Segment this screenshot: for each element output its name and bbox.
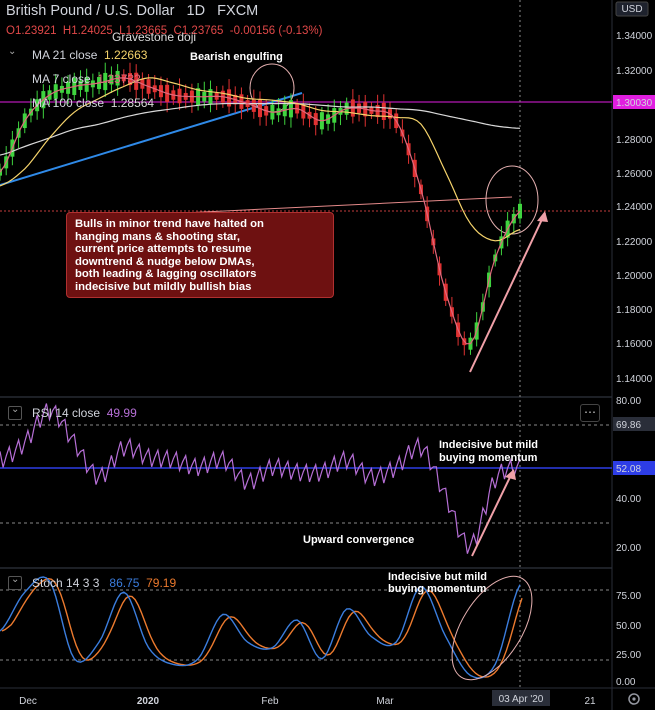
annotation-bearish-engulfing: Bearish engulfing [190,51,283,63]
annotation-rsi-momentum-2: buying momentum [439,452,538,464]
price-axis[interactable]: USD 1.34000 1.32000 1.30000 1.28000 1.26… [613,1,655,385]
time-label: 21 [584,696,596,707]
price-tick: 1.22000 [616,237,653,248]
pattern-label: Gravestone doji [112,30,197,44]
callout-line: both leading & lagging oscillators [75,268,257,280]
rsi-tick: 80.00 [616,396,641,407]
stoch-tick: 25.00 [616,650,641,661]
ma100-value: 1.28564 [110,96,155,110]
rsi-axis[interactable]: 80.00 69.86 52.08 40.00 20.00 [613,396,655,554]
rsi-label: RSI 14 close [32,406,101,420]
ohlc-high: H1.24025 [62,25,113,37]
ma21-value: 1.22663 [104,48,148,62]
price-tick: 1.34000 [616,31,653,42]
symbol-header[interactable]: British Pound / U.S. Dollar 1D FXCM [6,3,258,19]
ma100-legend[interactable]: MA 100 close 1.28564 [32,96,154,110]
annotation-upward-convergence: Upward convergence [303,534,414,546]
rsi-top-label: 69.86 [616,420,641,431]
arrow-rsi-up[interactable] [471,472,513,557]
stoch-legend[interactable]: Stoch 14 3 3 86.75 79.19 [32,576,176,590]
stoch-collapse-button[interactable]: ⌄ [8,574,22,590]
time-label: Feb [261,696,279,707]
ma7-label: MA 7 close [32,72,91,86]
callout-line: indecisive but mildly bullish bias [75,280,252,293]
rsi-current-label: 52.08 [616,464,641,475]
callout-line: current price attempts to resume [75,243,252,255]
ma21-label: MA 21 close [32,48,98,62]
ma100-label: MA 100 close [32,96,105,110]
ma7-legend[interactable]: MA 7 close 1.23732 [32,72,141,86]
time-label: Dec [19,696,37,707]
stoch-axis[interactable]: 75.00 50.00 25.00 0.00 [616,591,641,688]
rsi-value: 49.99 [106,406,137,420]
rsi-legend[interactable]: RSI 14 close 49.99 [32,406,137,420]
symbol-name: British Pound / U.S. Dollar [6,3,175,19]
more-options-button[interactable]: ⋯ [580,404,600,422]
ma7-value: 1.23732 [97,72,141,86]
rsi-tick: 40.00 [616,494,641,505]
ma21-legend[interactable]: MA 21 close 1.22663 [32,48,147,62]
price-tick: 1.20000 [616,271,653,282]
settings-gear-icon[interactable] [628,693,640,705]
stoch-tick: 75.00 [616,591,641,602]
stoch-d-value: 79.19 [146,576,177,590]
rsi-tick: 20.00 [616,543,641,554]
price-tick: 1.14000 [616,374,653,385]
price-tick: 1.32000 [616,66,653,77]
stoch-label: Stoch 14 3 3 [32,576,100,590]
ohlc-change: -0.00156 (-0.13%) [229,25,323,37]
time-axis[interactable]: Dec 2020 Feb Mar 03 Apr '20 21 [19,690,640,707]
interval-label: 1D [186,3,206,19]
price-tick: 1.18000 [616,305,653,316]
currency-label: USD [621,4,642,15]
legend-collapse-button[interactable]: ⌄ [8,46,16,57]
more-icon: ⋯ [584,405,596,419]
price-tick: 1.16000 [616,339,653,350]
annotation-stoch-momentum-1: Indecisive but mild [388,571,487,583]
annotation-rsi-momentum-1: Indecisive but mild [439,439,538,451]
resistance-price-label: 1.30030 [616,98,653,109]
price-tick: 1.28000 [616,135,653,146]
annotation-stoch-momentum-2: buying momentum [388,583,487,595]
stoch-k-value: 86.75 [109,576,140,590]
analysis-callout: Bulls in minor trend have halted on hang… [66,212,334,298]
stoch-tick: 0.00 [616,677,636,688]
callout-line: downtrend & nudge below DMAs, [75,255,255,268]
arrow-head-icon [537,211,548,222]
stoch-tick: 50.00 [616,621,641,632]
ohlc-open: O1.23921 [6,25,57,37]
callout-line: hanging mans & shooting star, [75,230,241,243]
chevron-down-icon: ⌄ [11,404,20,415]
time-label: Mar [376,696,394,707]
exchange-label: FXCM [217,3,259,19]
rsi-line[interactable] [0,403,521,554]
price-tick: 1.24000 [616,202,653,213]
callout-line: Bulls in minor trend have halted on [75,218,264,230]
rsi-collapse-button[interactable]: ⌄ [8,404,22,420]
highlight-circle-current[interactable] [485,165,539,235]
time-label: 2020 [137,696,160,707]
chevron-down-icon: ⌄ [8,46,17,57]
chevron-down-icon: ⌄ [11,574,20,585]
current-date-label: 03 Apr '20 [499,694,544,705]
price-tick: 1.26000 [616,169,653,180]
